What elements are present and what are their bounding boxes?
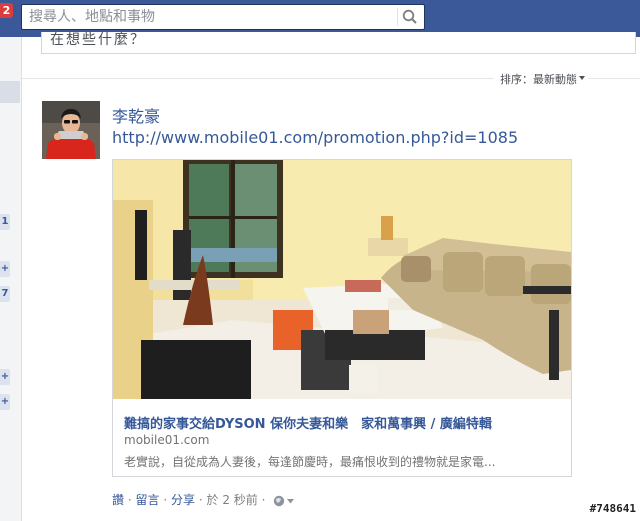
- post-actions: 讚 · 留言 · 分享 · 於 2 秒前 ·: [112, 491, 295, 508]
- card-description: 老實說，自從成為人妻後，每逢節慶時，最痛恨收到的禮物就是家電...: [124, 455, 496, 469]
- globe-privacy-icon[interactable]: [273, 495, 295, 507]
- card-title[interactable]: 難搞的家事交給DYSON 保你夫妻和樂 家和萬事興 / 廣編特輯: [124, 413, 492, 432]
- nav-count-badge[interactable]: +: [0, 394, 10, 410]
- timestamp[interactable]: 2 秒前: [222, 493, 257, 507]
- like-link[interactable]: 讚: [112, 493, 124, 507]
- watermark: #748641: [589, 502, 636, 515]
- share-link[interactable]: 分享: [171, 493, 195, 507]
- separator-dot: ·: [261, 493, 266, 507]
- search-divider: [397, 8, 398, 26]
- caret-down-icon: [579, 76, 585, 80]
- search-input[interactable]: [23, 6, 405, 28]
- separator-dot: ·: [198, 493, 203, 507]
- search-box[interactable]: [21, 4, 425, 30]
- separator-dot: ·: [127, 493, 132, 507]
- notification-badge[interactable]: 2: [0, 3, 13, 18]
- post-link[interactable]: http://www.mobile01.com/promotion.php?id…: [112, 128, 518, 147]
- left-nav: 1 + 7 + +: [0, 37, 22, 521]
- card-domain: mobile01.com: [124, 433, 210, 447]
- separator-dot: ·: [163, 493, 168, 507]
- status-input[interactable]: [48, 28, 612, 52]
- avatar[interactable]: [42, 101, 100, 159]
- status-composer[interactable]: [41, 28, 636, 54]
- nav-count-badge[interactable]: 7: [0, 286, 10, 302]
- nav-count-badge[interactable]: +: [0, 261, 10, 277]
- sort-label: 排序：最新動態: [500, 73, 577, 86]
- time-prefix: 於: [206, 493, 219, 507]
- nav-active-item[interactable]: [0, 81, 20, 103]
- search-icon[interactable]: [401, 8, 419, 26]
- sort-dropdown[interactable]: 排序：最新動態: [494, 71, 588, 87]
- living-room-photo[interactable]: [113, 160, 571, 399]
- post-author[interactable]: 李乾豪: [112, 103, 160, 127]
- nav-count-badge[interactable]: 1: [0, 214, 10, 230]
- link-preview-card[interactable]: 難搞的家事交給DYSON 保你夫妻和樂 家和萬事興 / 廣編特輯 mobile0…: [112, 159, 572, 477]
- nav-count-badge[interactable]: +: [0, 369, 10, 385]
- comment-link[interactable]: 留言: [136, 493, 160, 507]
- news-feed: 排序：最新動態 李乾豪 http://www.mobile01.com/prom…: [22, 28, 640, 521]
